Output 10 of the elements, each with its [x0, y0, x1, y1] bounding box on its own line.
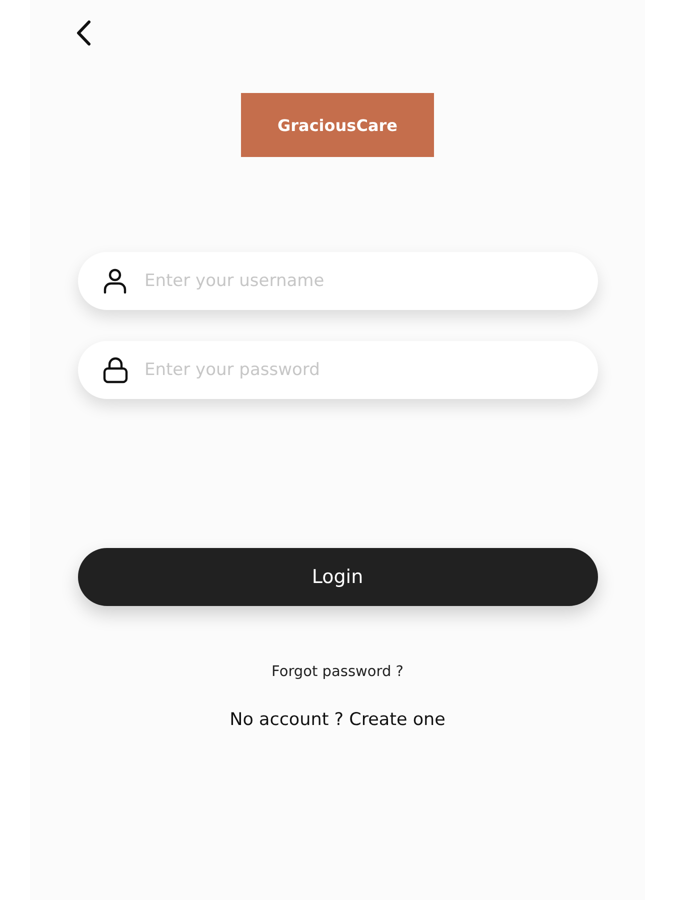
- create-account-link[interactable]: No account ? Create one: [230, 708, 446, 732]
- forgot-password-link[interactable]: Forgot password ?: [272, 662, 404, 682]
- lock-icon: [102, 356, 128, 384]
- person-icon: [102, 268, 126, 294]
- login-button[interactable]: Login: [78, 548, 598, 606]
- back-button[interactable]: [76, 20, 91, 46]
- username-field[interactable]: Enter your username: [78, 252, 598, 310]
- password-field[interactable]: Enter your password: [78, 341, 598, 399]
- brand-logo: GraciousCare: [241, 93, 434, 157]
- back-icon: [76, 20, 91, 46]
